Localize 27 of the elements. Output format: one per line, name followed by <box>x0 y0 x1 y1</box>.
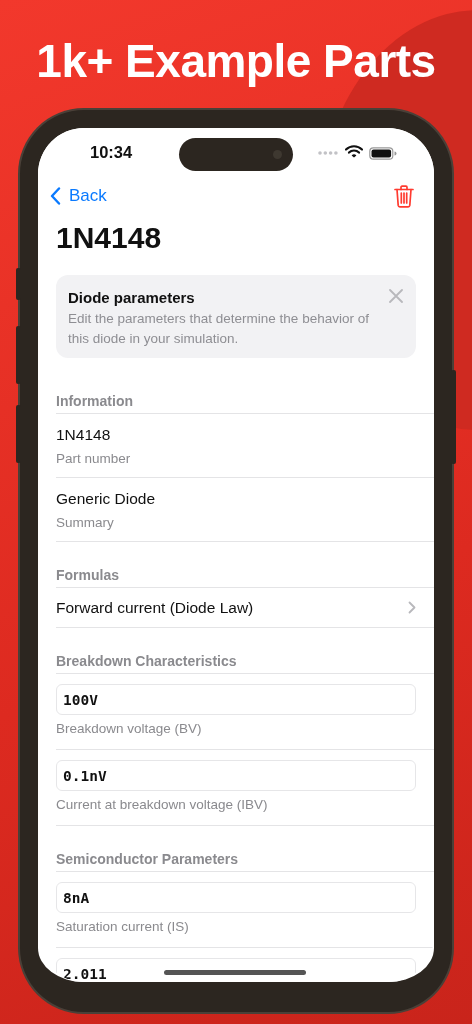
signal-icon <box>318 151 338 155</box>
field-caption: Part number <box>56 450 131 468</box>
field-caption: Breakdown voltage (BV) <box>56 720 202 738</box>
section-header: Semiconductor Parameters <box>56 850 239 869</box>
section-header: Breakdown Characteristics <box>56 652 237 671</box>
headline: 1k+ Example Parts <box>36 35 436 87</box>
back-button[interactable]: Back <box>50 186 107 206</box>
field-value: Generic Diode <box>56 489 156 509</box>
input-field[interactable]: 100V <box>56 684 416 715</box>
field-caption: Current at breakdown voltage (IBV) <box>56 796 268 814</box>
section-header: Information <box>56 392 133 411</box>
wifi-icon <box>345 145 363 158</box>
formula-link[interactable]: Forward current (Diode Law) <box>56 588 434 628</box>
field-caption: Saturation current (IS) <box>56 918 189 936</box>
input-field[interactable]: 0.1nV <box>56 760 416 791</box>
field-value: 1N4148 <box>56 425 111 445</box>
tip-title: Diode parameters <box>68 288 195 307</box>
back-chevron-icon <box>50 187 61 205</box>
field-caption: Summary <box>56 514 114 532</box>
tip-text: Edit the parameters that determine the behavior of this diode in your simulation. <box>68 310 370 348</box>
section-header: Formulas <box>56 566 119 585</box>
trash-icon[interactable] <box>394 184 414 208</box>
page-title: 1N4148 <box>56 220 162 256</box>
chevron-icon <box>408 601 416 614</box>
battery-icon <box>369 147 397 160</box>
input-field[interactable]: 8nA <box>56 882 416 913</box>
status-time: 10:34 <box>90 143 133 162</box>
